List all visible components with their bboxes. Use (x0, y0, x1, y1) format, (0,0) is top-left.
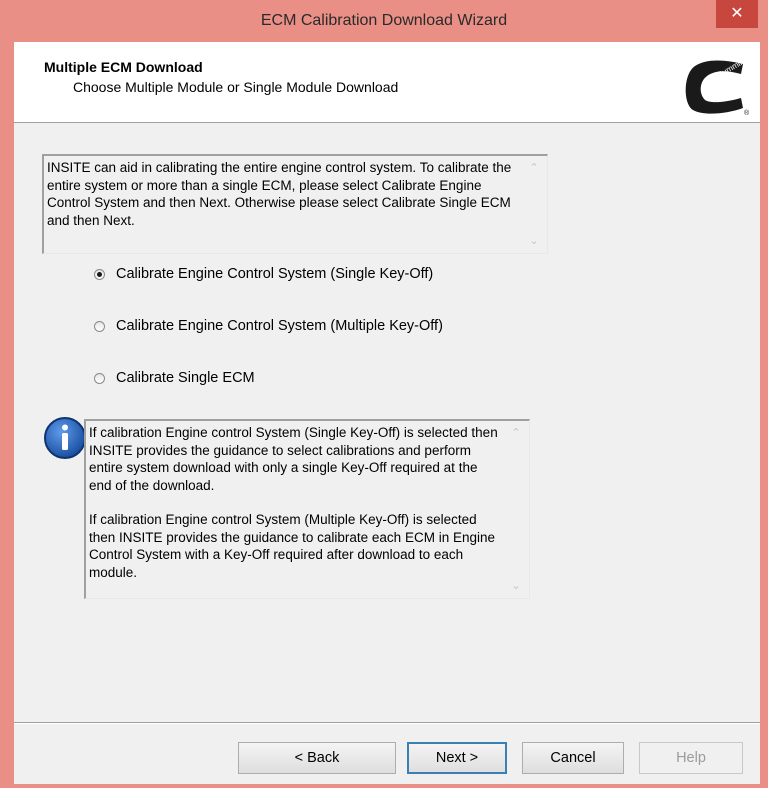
info-textbox[interactable]: If calibration Engine control System (Si… (84, 419, 530, 599)
scroll-up-icon[interactable]: ⌃ (509, 427, 523, 439)
back-button[interactable]: < Back (238, 742, 396, 774)
registered-mark: ® (744, 109, 750, 116)
page-title: Multiple ECM Download (44, 59, 203, 75)
wizard-window: ECM Calibration Download Wizard ✕ Multip… (0, 0, 768, 788)
option-label: Calibrate Engine Control System (Single … (116, 266, 434, 282)
info-paragraph-1: If calibration Engine control System (Si… (89, 425, 498, 493)
option-label: Calibrate Single ECM (116, 370, 255, 386)
page-subtitle: Choose Multiple Module or Single Module … (73, 79, 399, 95)
radio-multiple-key-off[interactable] (94, 321, 105, 332)
cancel-button[interactable]: Cancel (522, 742, 624, 774)
scroll-down-icon[interactable]: ⌄ (527, 235, 541, 247)
footer-divider (14, 722, 760, 724)
help-button[interactable]: Help (639, 742, 743, 774)
scroll-up-icon[interactable]: ⌃ (527, 162, 541, 174)
wizard-client-area: Multiple ECM Download Choose Multiple Mo… (14, 42, 760, 784)
cummins-logo: Cummins ® (685, 55, 750, 116)
info-paragraph-2: If calibration Engine control System (Mu… (89, 512, 495, 580)
wizard-header: Multiple ECM Download Choose Multiple Mo… (14, 42, 760, 123)
description-text: INSITE can aid in calibrating the entire… (47, 160, 512, 228)
description-textbox[interactable]: INSITE can aid in calibrating the entire… (42, 154, 548, 254)
radio-single-key-off[interactable] (94, 269, 105, 280)
scroll-down-icon[interactable]: ⌄ (509, 580, 523, 592)
option-label: Calibrate Engine Control System (Multipl… (116, 318, 443, 334)
window-title: ECM Calibration Download Wizard (260, 12, 508, 29)
close-button[interactable]: ✕ (716, 0, 758, 28)
radio-single-ecm[interactable] (94, 373, 105, 384)
next-button[interactable]: Next > (407, 742, 507, 774)
close-icon: ✕ (730, 5, 744, 22)
title-bar[interactable]: ECM Calibration Download Wizard ✕ (0, 0, 768, 42)
information-icon (44, 417, 86, 459)
